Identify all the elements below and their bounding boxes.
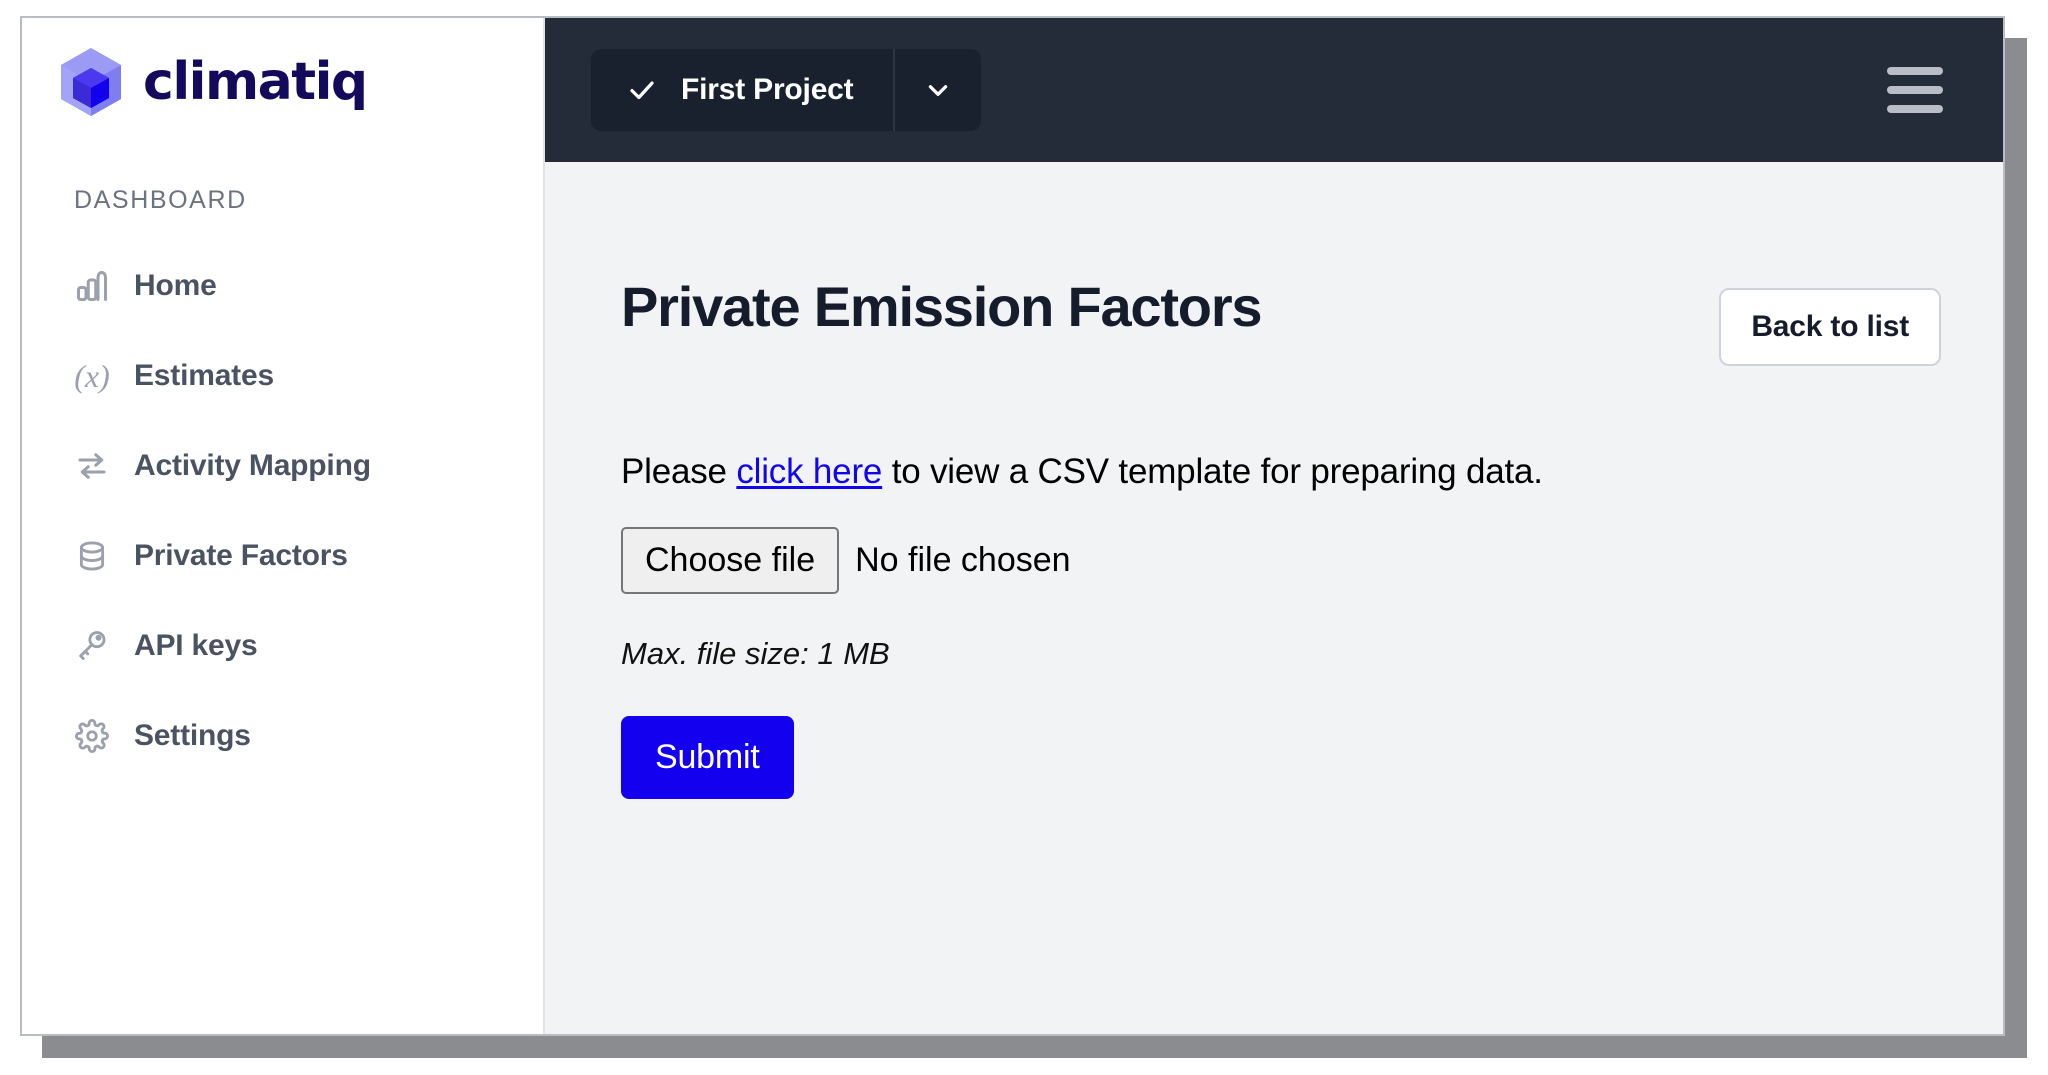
chevron-down-icon [925, 77, 951, 103]
content-area: Private Emission Factors Back to list Pl… [545, 162, 2003, 1034]
sidebar-item-label: Settings [134, 719, 251, 753]
formula-x-icon: (x) [72, 356, 112, 396]
brand-name: climatiq [143, 56, 367, 108]
sidebar-item-label: Estimates [134, 359, 274, 393]
submit-button[interactable]: Submit [621, 716, 794, 799]
csv-template-link[interactable]: click here [736, 452, 882, 491]
swap-arrows-icon [72, 446, 112, 486]
sidebar: climatiq DASHBOARD Home (x) [22, 18, 545, 1034]
file-chosen-status: No file chosen [855, 541, 1070, 580]
sidebar-item-estimates[interactable]: (x) Estimates [22, 331, 543, 421]
top-bar: First Project [545, 18, 2003, 162]
page-title: Private Emission Factors [621, 278, 1261, 337]
sidebar-item-home[interactable]: Home [22, 241, 543, 331]
sidebar-item-label: API keys [134, 629, 257, 663]
max-file-size-note: Max. file size: 1 MB [621, 636, 1941, 672]
app-window: climatiq DASHBOARD Home (x) [20, 16, 2005, 1036]
sidebar-item-label: Activity Mapping [134, 449, 371, 483]
key-icon [72, 626, 112, 666]
file-upload-row: Choose file No file chosen [621, 527, 1941, 594]
screenshot-canvas: climatiq DASHBOARD Home (x) [0, 0, 2048, 1075]
climatiq-cube-icon [57, 46, 125, 118]
sidebar-nav: Home (x) Estimates Activity Mapping [22, 241, 543, 781]
hamburger-bar [1887, 105, 1943, 113]
brand-logo[interactable]: climatiq [22, 18, 543, 114]
sidebar-item-label: Home [134, 269, 217, 303]
project-switcher[interactable]: First Project [591, 49, 981, 131]
page-header: Private Emission Factors Back to list [621, 162, 1941, 366]
sidebar-item-api-keys[interactable]: API keys [22, 601, 543, 691]
sidebar-item-private-factors[interactable]: Private Factors [22, 511, 543, 601]
bar-chart-icon [72, 266, 112, 306]
csv-template-instruction: Please click here to view a CSV template… [621, 452, 1941, 492]
gear-icon [72, 716, 112, 756]
sidebar-item-settings[interactable]: Settings [22, 691, 543, 781]
hamburger-bar [1887, 86, 1943, 94]
main-region: First Project [545, 18, 2003, 1034]
choose-file-button[interactable]: Choose file [621, 527, 839, 594]
sidebar-section-label: DASHBOARD [74, 186, 543, 215]
sidebar-item-label: Private Factors [134, 539, 348, 573]
hamburger-bar [1887, 67, 1943, 75]
project-name: First Project [681, 73, 853, 107]
database-icon [72, 536, 112, 576]
hamburger-menu-icon[interactable] [1887, 67, 1943, 113]
check-icon [627, 75, 657, 105]
project-switcher-label-area[interactable]: First Project [591, 49, 893, 131]
instruction-prefix: Please [621, 452, 736, 491]
project-dropdown-toggle[interactable] [893, 49, 981, 131]
back-to-list-button[interactable]: Back to list [1719, 288, 1941, 366]
instruction-suffix: to view a CSV template for preparing dat… [882, 452, 1543, 491]
sidebar-item-activity-mapping[interactable]: Activity Mapping [22, 421, 543, 511]
